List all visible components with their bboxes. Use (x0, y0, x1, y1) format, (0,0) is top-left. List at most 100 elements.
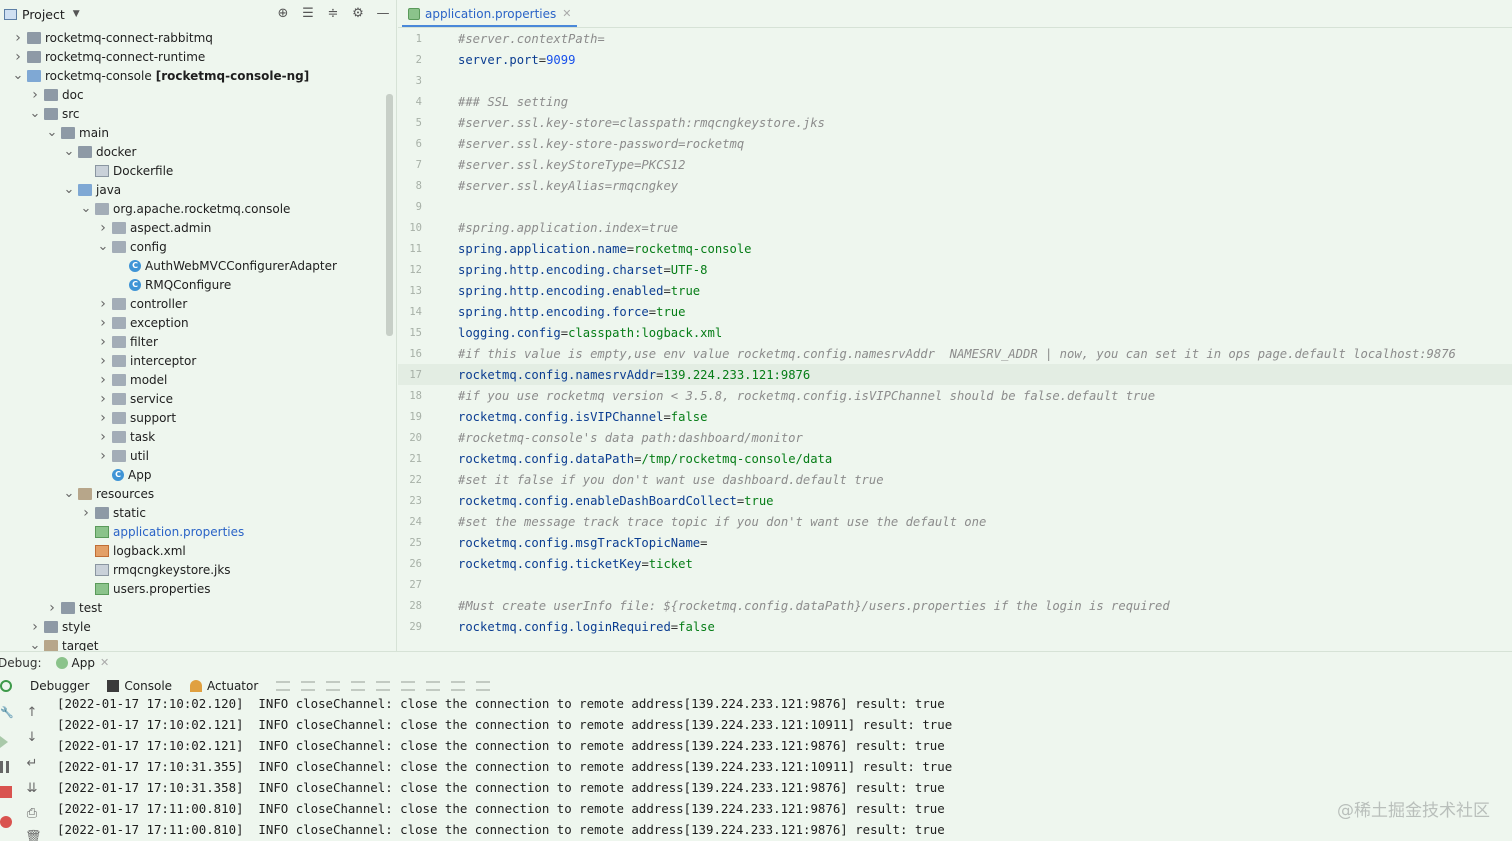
print-icon[interactable]: ⎙ (25, 807, 39, 821)
code-line[interactable]: 20 #rocketmq-console's data path:dashboar… (398, 427, 1512, 448)
tree-scrollbar[interactable] (386, 94, 393, 336)
chevron-down-icon[interactable]: ⌄ (29, 106, 41, 121)
tree-item[interactable]: › interceptor (0, 351, 196, 370)
breakpoints-icon[interactable] (0, 816, 12, 828)
chevron-right-icon[interactable]: › (97, 220, 109, 236)
tree-item[interactable]: › rocketmq-connect-rabbitmq (0, 28, 213, 47)
arrow-down-icon[interactable]: ↓ (25, 731, 39, 745)
chevron-down-icon[interactable]: ⌄ (63, 486, 75, 501)
run-config-tab-app[interactable]: App ✕ (55, 656, 109, 670)
show-execution-point-icon[interactable] (276, 681, 291, 691)
close-icon[interactable]: ✕ (100, 656, 109, 669)
chevron-down-icon[interactable]: ⌄ (97, 239, 109, 254)
tree-item[interactable]: › support (0, 408, 176, 427)
code-line[interactable]: 2 server.port=9099 (398, 49, 1512, 70)
expand-all-icon[interactable]: ☰ (300, 5, 316, 21)
tree-item[interactable]: › task (0, 427, 155, 446)
code-line[interactable]: 17 rocketmq.config.namesrvAddr=139.224.23… (398, 364, 1512, 385)
code-line[interactable]: 19 rocketmq.config.isVIPChannel=false (398, 406, 1512, 427)
console-output[interactable]: [2022-01-17 17:10:02.120] INFO closeChan… (42, 695, 1512, 841)
tree-item[interactable]: ⌄ main (0, 123, 109, 142)
chevron-right-icon[interactable]: › (29, 619, 41, 635)
step-over-icon[interactable] (301, 681, 316, 691)
tree-item[interactable]: C RMQConfigure (0, 275, 231, 294)
trace-stream-icon[interactable] (476, 681, 491, 691)
code-line[interactable]: 8 #server.ssl.keyAlias=rmqcngkey (398, 175, 1512, 196)
code-line[interactable]: 4 ### SSL setting (398, 91, 1512, 112)
tree-item[interactable]: rmqcngkeystore.jks (0, 560, 231, 579)
drop-frame-icon[interactable] (401, 681, 416, 691)
tree-item[interactable]: ⌄ rocketmq-console [rocketmq-console-ng] (0, 66, 310, 85)
collapse-all-icon[interactable]: ≑ (325, 5, 341, 21)
chevron-down-icon[interactable]: ⌄ (63, 144, 75, 159)
chevron-down-icon[interactable]: ▼ (73, 9, 80, 19)
chevron-right-icon[interactable]: › (97, 334, 109, 350)
tree-item[interactable]: ⌄ config (0, 237, 167, 256)
chevron-down-icon[interactable]: ⌄ (29, 638, 41, 651)
code-line[interactable]: 28 #Must create userInfo file: ${rocketmq… (398, 595, 1512, 616)
tree-item[interactable]: C AuthWebMVCConfigurerAdapter (0, 256, 337, 275)
chevron-right-icon[interactable]: › (12, 49, 24, 65)
tree-item[interactable]: › test (0, 598, 102, 617)
chevron-right-icon[interactable]: › (97, 296, 109, 312)
tab-application-properties[interactable]: application.properties ✕ (402, 2, 578, 27)
tree-item[interactable]: › static (0, 503, 146, 522)
tree-item[interactable]: › aspect.admin (0, 218, 211, 237)
tree-item[interactable]: ⌄ target (0, 636, 99, 651)
chevron-right-icon[interactable]: › (80, 505, 92, 521)
chevron-down-icon[interactable]: ⌄ (46, 125, 58, 140)
tree-item[interactable]: ⌄ org.apache.rocketmq.console (0, 199, 291, 218)
code-line[interactable]: 6 #server.ssl.key-store-password=rocketmq (398, 133, 1512, 154)
run-to-cursor-icon[interactable] (426, 681, 441, 691)
chevron-right-icon[interactable]: › (97, 391, 109, 407)
close-icon[interactable]: ✕ (562, 7, 571, 20)
chevron-right-icon[interactable]: › (12, 30, 24, 46)
tree-item[interactable]: › util (0, 446, 149, 465)
gear-icon[interactable]: ⚙ (350, 5, 366, 21)
tree-item[interactable]: › model (0, 370, 167, 389)
force-step-into-icon[interactable] (351, 681, 366, 691)
project-view-icon[interactable] (4, 8, 17, 20)
chevron-right-icon[interactable]: › (97, 372, 109, 388)
tree-item[interactable]: C App (0, 465, 151, 484)
code-line[interactable]: 25 rocketmq.config.msgTrackTopicName= (398, 532, 1512, 553)
code-line[interactable]: 29 rocketmq.config.loginRequired=false (398, 616, 1512, 637)
code-line[interactable]: 22 #set it false if you don't want use da… (398, 469, 1512, 490)
tree-item[interactable]: ⌄ resources (0, 484, 155, 503)
code-line[interactable]: 7 #server.ssl.keyStoreType=PKCS12 (398, 154, 1512, 175)
tree-item[interactable]: Dockerfile (0, 161, 173, 180)
resume-icon[interactable] (0, 736, 8, 748)
code-line[interactable]: 15 logging.config=classpath:logback.xml (398, 322, 1512, 343)
minimize-icon[interactable]: — (375, 5, 391, 21)
tree-item[interactable]: › filter (0, 332, 158, 351)
tree-item[interactable]: › exception (0, 313, 188, 332)
rerun-icon[interactable] (0, 680, 12, 692)
code-line[interactable]: 11 spring.application.name=rocketmq-conso… (398, 238, 1512, 259)
step-into-icon[interactable] (326, 681, 341, 691)
tree-item[interactable]: ⌄ java (0, 180, 122, 199)
code-line[interactable]: 23 rocketmq.config.enableDashBoardCollect… (398, 490, 1512, 511)
code-line[interactable]: 27 (398, 574, 1512, 595)
code-editor[interactable]: 1 #server.contextPath= 2 server.port=9099 3 4… (398, 28, 1512, 651)
chevron-right-icon[interactable]: › (97, 410, 109, 426)
soft-wrap-icon[interactable]: ↵ (25, 757, 39, 771)
tab-console[interactable]: Console (107, 679, 172, 693)
wrench-icon[interactable]: 🔧 (0, 706, 14, 719)
tree-item[interactable]: users.properties (0, 579, 210, 598)
code-line[interactable]: 9 (398, 196, 1512, 217)
tab-debugger[interactable]: Debugger (30, 679, 89, 693)
stop-icon[interactable] (0, 786, 12, 798)
tree-item[interactable]: ⌄ docker (0, 142, 137, 161)
code-line[interactable]: 10 #spring.application.index=true (398, 217, 1512, 238)
chevron-right-icon[interactable]: › (97, 353, 109, 369)
step-out-icon[interactable] (376, 681, 391, 691)
scroll-to-end-icon[interactable]: ⇊ (25, 782, 39, 796)
tree-item[interactable]: logback.xml (0, 541, 186, 560)
tree-item[interactable]: ⌄ src (0, 104, 80, 123)
chevron-right-icon[interactable]: › (97, 448, 109, 464)
pause-icon[interactable] (0, 761, 9, 773)
project-view-label[interactable]: Project (22, 7, 65, 22)
evaluate-expression-icon[interactable] (451, 681, 466, 691)
code-line[interactable]: 5 #server.ssl.key-store=classpath:rmqcngk… (398, 112, 1512, 133)
trash-icon[interactable]: 🗑 (25, 831, 42, 841)
